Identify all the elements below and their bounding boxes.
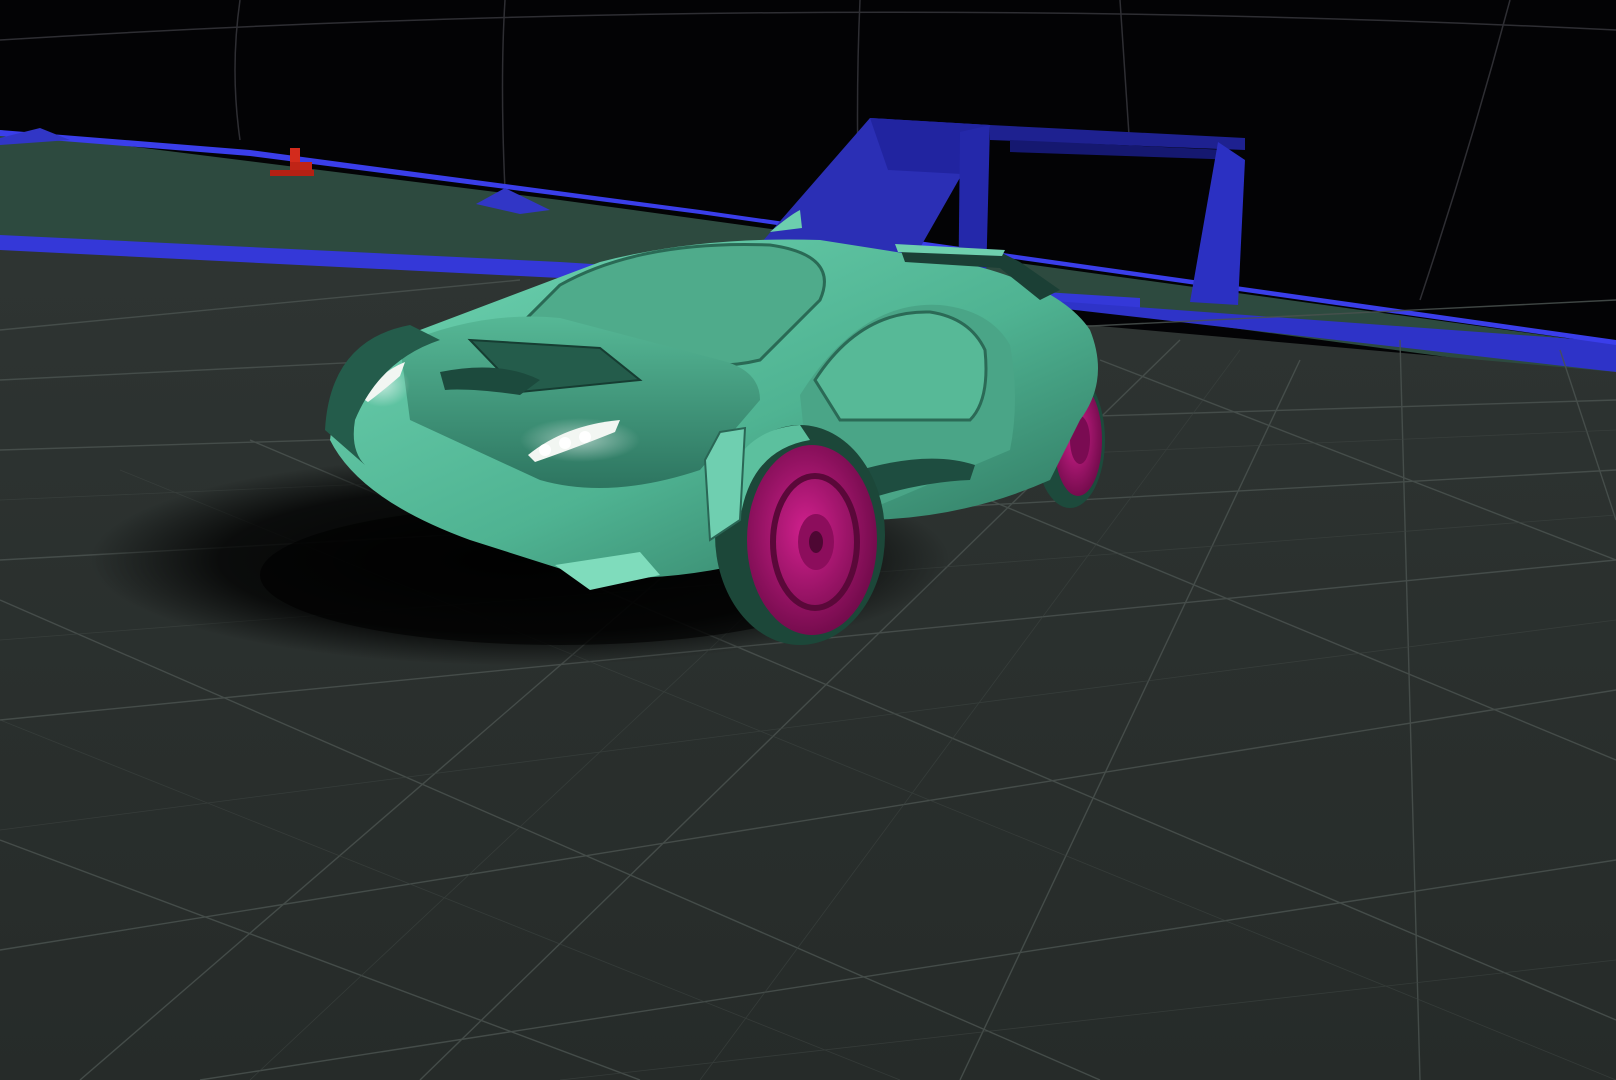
game-scene[interactable] bbox=[0, 0, 1616, 1080]
right-headlight bbox=[520, 418, 640, 462]
game-viewport[interactable] bbox=[0, 0, 1616, 1080]
